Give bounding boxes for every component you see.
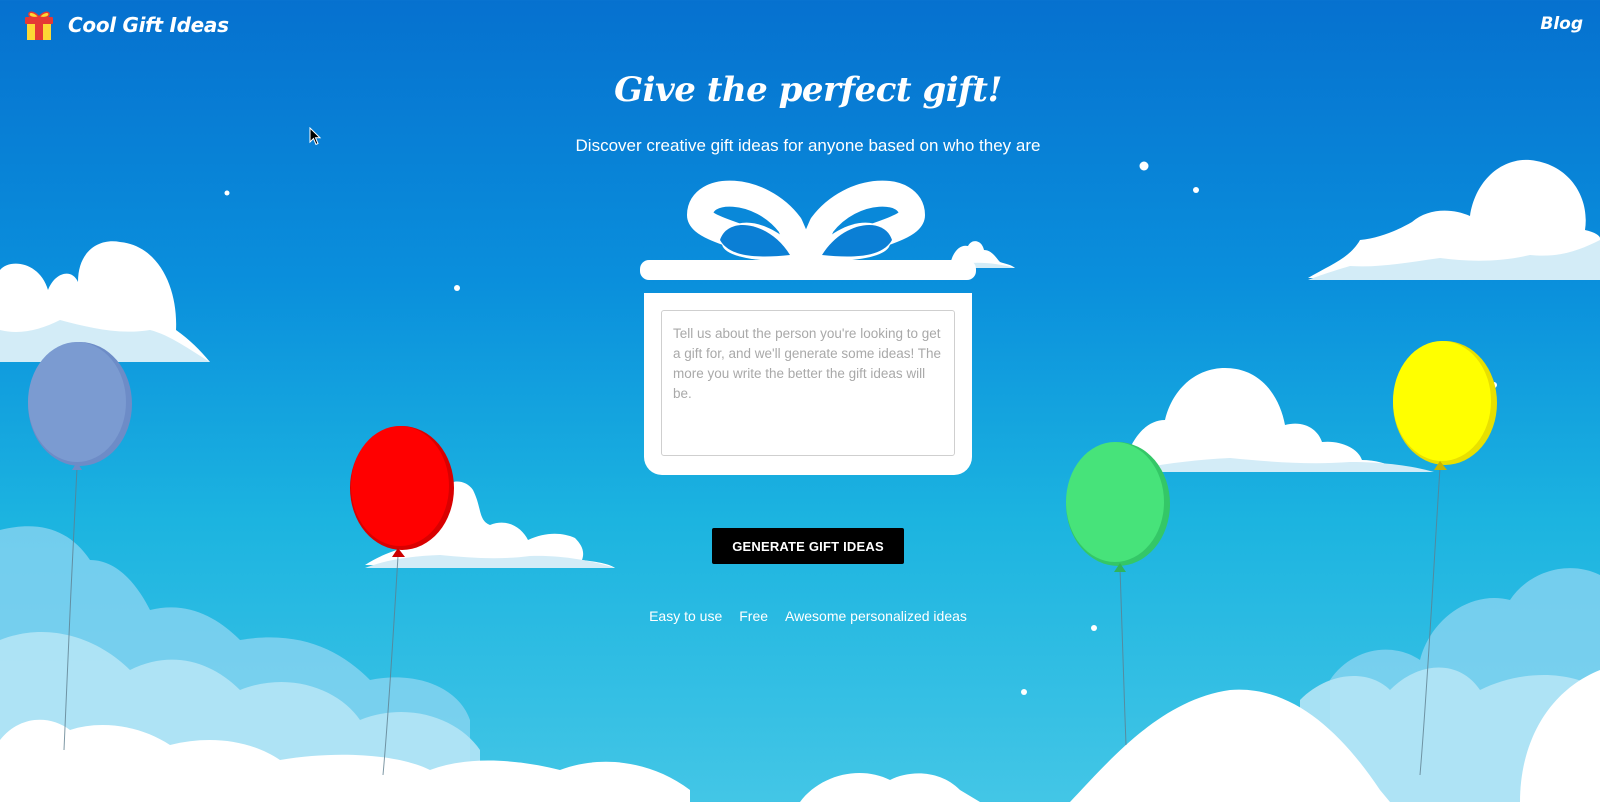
blog-link[interactable]: Blog <box>1540 14 1583 34</box>
logo-link[interactable]: Cool Gift Ideas <box>24 9 229 41</box>
gift-box-icon <box>25 11 53 40</box>
feature-item: Awesome personalized ideas <box>785 608 967 624</box>
feature-item: Free <box>739 608 769 624</box>
brand-name: Cool Gift Ideas <box>68 13 229 37</box>
cloud-top-right <box>1308 159 1600 280</box>
balloon-green <box>1066 442 1170 572</box>
gift-bow-icon <box>687 180 925 275</box>
person-description-input[interactable] <box>661 310 955 456</box>
gift-lid <box>640 260 976 280</box>
feature-list: Easy to use Free Awesome personalized id… <box>0 608 1600 624</box>
page-title: Give the perfect gift! <box>614 70 1002 110</box>
balloon-yellow <box>1393 341 1497 470</box>
balloon-blue <box>28 342 132 470</box>
generate-gift-ideas-button[interactable]: GENERATE GIFT IDEAS <box>712 528 904 564</box>
cloud-mid-right <box>1122 368 1434 472</box>
feature-item: Easy to use <box>649 608 723 624</box>
site-header: Cool Gift Ideas Blog <box>0 0 1600 50</box>
gift-box-container <box>644 293 972 475</box>
page-subtitle: Discover creative gift ideas for anyone … <box>575 136 1041 155</box>
cloud-top-left <box>0 241 210 362</box>
